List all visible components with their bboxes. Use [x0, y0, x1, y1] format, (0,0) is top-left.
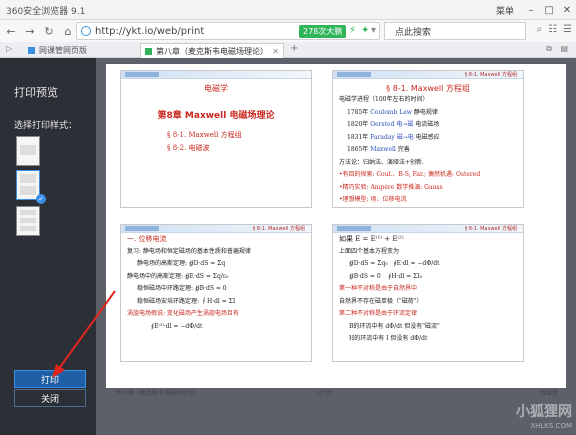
timeline-row: 1831年 Faraday 磁→电 电磁感应	[347, 133, 440, 141]
slide-item: § 8-1. Maxwell 方程组	[167, 131, 242, 139]
print-style-label: 选择打印样式：	[14, 121, 78, 131]
news-badge[interactable]: 278次大鹏	[299, 25, 347, 38]
timeline-row: 1820年 Oersted 电→磁 电流磁场	[347, 121, 440, 128]
slide-sub: 电磁学进程（100年左右的时间）	[339, 96, 429, 103]
slide-line: 第一种不对称是由于自然界中	[339, 285, 418, 292]
slide-line: 自然界不存在磁单极（"磁荷"）	[339, 297, 423, 305]
slide-header	[121, 71, 311, 79]
slide-course: 电磁学	[204, 84, 228, 93]
minimize-icon[interactable]: –	[522, 0, 540, 20]
slide-line: •精巧实验: Ampère 数学推演: Gauss	[339, 183, 443, 191]
window-title: 360安全浏览器 9.1	[6, 7, 86, 17]
footer-brand: 雨课堂	[539, 389, 558, 397]
title-bar: 360安全浏览器 9.1 菜单 – □ ✕	[0, 0, 576, 20]
tab-label: 第八章（麦克斯韦电磁场理论）	[156, 46, 268, 56]
slide-4: § 8-1. Maxwell 方程组 如果 E = E⁽¹⁾ + E⁽²⁾ 上面…	[332, 224, 524, 362]
slide-line: 稳恒磁场安培环路定理: ∮H·dl = ΣI	[137, 297, 236, 305]
new-tab-icon[interactable]: +	[290, 43, 298, 54]
slide-line: 稳恒磁场中环路定理: ∯B·dS = 0	[137, 285, 227, 292]
slide-line: •有目的探索: Coul.、B-S, Far.; 偶然机遇: Ostered	[339, 171, 481, 178]
maximize-icon[interactable]: □	[540, 0, 558, 20]
slide-formula: ∯D·dS = Σq₀ ∮E·dl = −dΦ/dt	[349, 260, 440, 267]
search-box[interactable]: 点此搜索	[384, 22, 526, 40]
slide-line: 方法论：归纳法、演绎法+创新.	[339, 158, 424, 166]
restore-tab-icon[interactable]: ⧉	[546, 44, 552, 54]
slide-head: § 8-1. Maxwell 方程组	[252, 226, 305, 232]
refresh-icon[interactable]: ↻	[41, 22, 57, 40]
slide-line: H的环流中有 I 但没有 dΦ/dt	[349, 335, 428, 342]
slide-line: 静电场中的高斯定理: ∯E·dS = Σq/ε₀	[127, 272, 229, 280]
extension-icon[interactable]: ✦	[361, 25, 369, 36]
watermark-url: XHLKS.COM	[530, 422, 572, 430]
tab-close-icon[interactable]: ✕	[272, 47, 279, 56]
timeline-row: 1785年 Coulomb Law 静电规律	[347, 108, 438, 116]
print-preview-area[interactable]: 电磁学 第8章 Maxwell 电磁场理论 § 8-1. Maxwell 方程组…	[96, 58, 576, 435]
slide-item: § 8-2. 电磁波	[167, 143, 210, 152]
url-text[interactable]: http://ykt.io/web/print	[95, 26, 204, 37]
tab-active[interactable]: 第八章（麦克斯韦电磁场理论） ✕	[140, 43, 284, 58]
slide-line: •理想模型: 场、位移电流	[339, 196, 407, 203]
watermark-text: 小狐狸网	[516, 404, 572, 420]
slide-formula: ∮E⁽²⁾·dl = −dΦ/dt	[151, 322, 203, 330]
slide-line: 涡旋电场假说: 变化磁场产生涡旋电场且有	[127, 310, 239, 317]
slide-chapter-title: 第8章 Maxwell 电磁场理论	[157, 111, 275, 121]
slide-header: § 8-1. Maxwell 方程组	[121, 225, 311, 233]
style-option-1[interactable]	[16, 136, 40, 166]
browser-toolbar: ← → ↻ ⌂ http://ykt.io/web/print 278次大鹏 ⚡…	[0, 20, 576, 42]
forward-icon[interactable]: →	[22, 22, 38, 40]
home-icon[interactable]: ⌂	[60, 22, 76, 40]
preview-footer: 第八章（麦克斯韦电磁场理论） 1/7页 雨课堂	[106, 388, 566, 397]
slide-2: § 8-1. Maxwell 方程组 § 8-1. Maxwell 方程组 电磁…	[332, 70, 524, 208]
tab-bar: ▷ 网课管网页版 第八章（麦克斯韦电磁场理论） ✕ + ⧉ ▤	[0, 42, 576, 58]
search-icon[interactable]: ⌕	[536, 24, 542, 35]
slide-head: § 8-1. Maxwell 方程组	[464, 226, 517, 232]
search-input[interactable]: 点此搜索	[395, 25, 431, 38]
address-bar[interactable]: http://ykt.io/web/print 278次大鹏 ⚡ ✦ ▾	[76, 22, 380, 40]
print-preview-title: 打印预览	[14, 86, 58, 99]
preview-page: 电磁学 第8章 Maxwell 电磁场理论 § 8-1. Maxwell 方程组…	[106, 64, 566, 388]
dropdown-icon[interactable]: ▾	[371, 25, 376, 36]
watermark: 小狐狸网 XHLKS.COM	[516, 405, 572, 433]
slide-line: 上面四个基本方程变为	[339, 247, 400, 255]
slide-heading: § 8-1. Maxwell 方程组	[386, 84, 470, 93]
slide-line: 一. 位移电流	[127, 235, 167, 243]
back-icon[interactable]: ←	[3, 22, 19, 40]
sidebar-toggle-icon[interactable]: ▷	[6, 44, 12, 53]
slide-line: 复习: 静电场和恒定磁场的基本性质和普遍规律	[127, 247, 251, 255]
slide-line: 静电场的高斯定理: ∯D·dS = Σq	[137, 260, 226, 267]
selected-check-icon: ✓	[36, 194, 46, 204]
favicon-icon	[145, 47, 152, 55]
tools-icon[interactable]: ☰	[563, 24, 572, 35]
menu-button[interactable]: 菜单	[496, 4, 514, 17]
bolt-icon[interactable]: ⚡	[349, 25, 356, 36]
print-button[interactable]: 打印	[14, 370, 86, 388]
window-controls: 菜单 – □ ✕	[496, 0, 576, 20]
slide-head: § 8-1. Maxwell 方程组	[464, 72, 517, 78]
slide-3: § 8-1. Maxwell 方程组 一. 位移电流 复习: 静电场和恒定磁场的…	[120, 224, 312, 362]
favicon-icon	[28, 47, 35, 54]
footer-page: 1/7页	[316, 389, 332, 397]
timeline-row: 1865年 Maxwell 完善	[347, 146, 410, 153]
tab-bookmark[interactable]: 网课管网页版	[24, 43, 87, 58]
close-button[interactable]: 关闭	[14, 389, 86, 407]
tab-list-icon[interactable]: ▤	[560, 44, 568, 53]
slide-line: 第二种不对称是由于环流定律	[339, 310, 418, 317]
toolbar-extras: ⌕ ☷ ☰	[536, 24, 572, 35]
slide-formula: ∯B·dS = 0 ∮H·dl = ΣI₀	[349, 272, 423, 280]
close-icon[interactable]: ✕	[558, 0, 576, 20]
slide-line: B的环流中有 dΦ/dt 但没有"磁流"	[349, 322, 440, 330]
print-sidebar: 打印预览 选择打印样式： ✓ 打印 关闭	[0, 58, 96, 435]
slide-line: 如果 E = E⁽¹⁾ + E⁽²⁾	[339, 235, 404, 243]
grid-icon[interactable]: ☷	[548, 24, 557, 35]
secure-icon	[81, 26, 91, 36]
footer-left: 第八章（麦克斯韦电磁场理论）	[116, 389, 201, 397]
style-option-3[interactable]	[16, 206, 40, 236]
tab-label: 网课管网页版	[39, 46, 87, 55]
slide-1: 电磁学 第8章 Maxwell 电磁场理论 § 8-1. Maxwell 方程组…	[120, 70, 312, 208]
slide-header: § 8-1. Maxwell 方程组	[333, 225, 523, 233]
slide-header: § 8-1. Maxwell 方程组	[333, 71, 523, 79]
